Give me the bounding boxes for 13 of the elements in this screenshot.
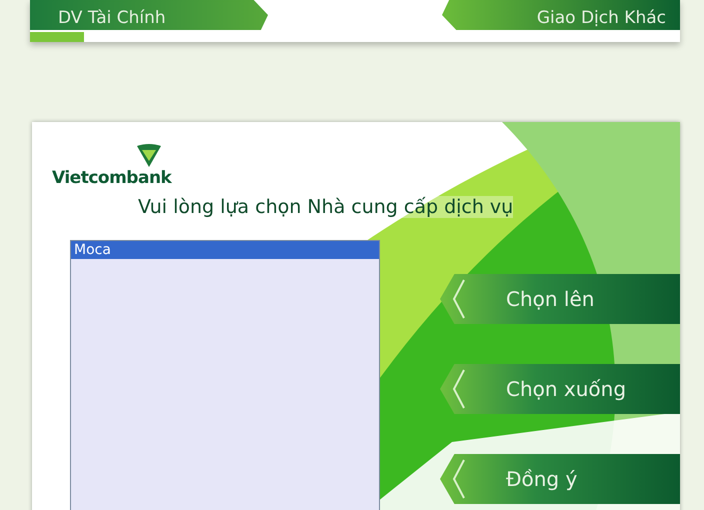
chevron-icon <box>452 459 466 499</box>
option-button[interactable]: Chọn lên <box>440 274 680 324</box>
chevron-icon <box>452 369 466 409</box>
provider-item[interactable]: Moca <box>71 241 379 259</box>
option-button[interactable]: Đồng ý <box>440 454 680 504</box>
menu-button[interactable]: DV Tài Chính <box>30 0 268 30</box>
bank-logo-text: Vietcombank <box>52 168 172 188</box>
logo-icon <box>136 144 162 168</box>
chevron-icon <box>452 279 466 319</box>
menu-button[interactable]: Giao Dịch Khác <box>442 0 680 30</box>
provider-list[interactable]: Moca <box>70 240 380 510</box>
option-button[interactable]: Chọn xuống <box>440 364 680 414</box>
accent-strip <box>30 32 84 42</box>
